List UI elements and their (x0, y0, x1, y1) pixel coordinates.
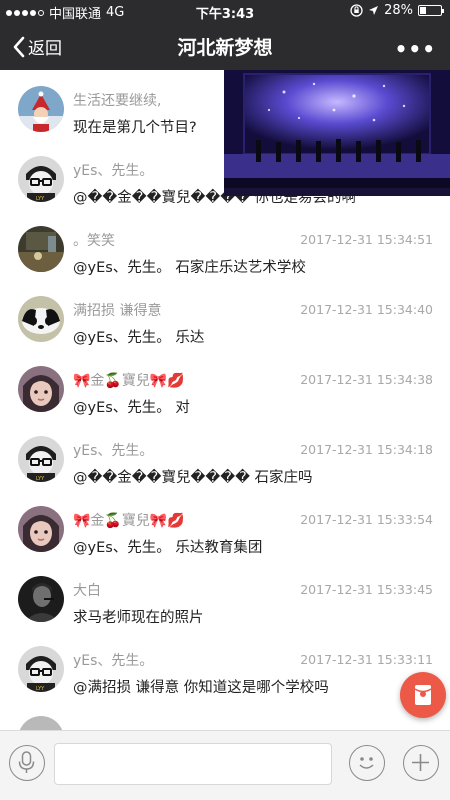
red-envelope-icon (414, 685, 432, 705)
list-item: 🎀金🍒寶兒🎀💋 2017-12-31 15:34:38 @yEs、先生。 对 (0, 350, 450, 420)
voice-input-button[interactable] (9, 745, 45, 781)
list-item: LYY yEs、先生。 2017-12-31 15:33:11 @满招损 谦得意… (0, 630, 450, 700)
list-item: 大白 2017-12-31 15:33:45 求马老师现在的照片 (0, 560, 450, 630)
message-text: @yEs、先生。 石家庄乐达艺术学校 (73, 260, 306, 276)
avatar[interactable] (18, 576, 64, 622)
list-item: 。笑笑 2017-12-31 15:34:51 @yEs、先生。 石家庄乐达艺术… (0, 210, 450, 280)
message-text: 现在是第几个节目? (73, 120, 197, 136)
location-arrow-icon (369, 6, 379, 15)
girl-avatar-icon (18, 506, 64, 552)
message-time: 2017-12-31 15:33:11 (300, 652, 433, 667)
message-text: 求马老师现在的照片 (73, 610, 204, 626)
cartoon-glasses-avatar-icon: LYY (18, 436, 64, 482)
message-time: 2017-12-31 15:34:38 (300, 372, 433, 387)
page-title: 河北新梦想 (177, 37, 273, 59)
message-time: 2017-12-31 15:34:51 (300, 232, 433, 247)
bw-portrait-avatar-icon (18, 576, 64, 622)
santa-avatar-icon (18, 86, 64, 132)
panda-avatar-icon (18, 296, 64, 342)
avatar[interactable]: LYY (18, 436, 64, 482)
message-time: 2017-12-31 15:34:18 (300, 442, 433, 457)
back-label: 返回 (28, 39, 62, 59)
emoji-button[interactable] (349, 745, 385, 781)
user-name: yEs、先生。 (73, 443, 154, 459)
avatar[interactable] (18, 296, 64, 342)
avatar[interactable] (18, 366, 64, 412)
back-button[interactable]: 返回 (12, 34, 62, 59)
message-text: @yEs、先生。 乐达 (73, 330, 205, 346)
cartoon-glasses-avatar-icon: LYY (18, 156, 64, 202)
plus-icon (412, 754, 429, 771)
avatar[interactable] (18, 506, 64, 552)
more-button[interactable]: ••• (395, 37, 436, 61)
avatar[interactable] (18, 226, 64, 272)
comment-feed[interactable]: 生活还要继续, 现在是第几个节目? LYY yEs、先生。 @��金��寶兒��… (0, 70, 450, 730)
svg-text:LYY: LYY (36, 686, 45, 692)
avatar[interactable] (18, 716, 64, 730)
user-name: yEs、先生。 (73, 163, 154, 179)
user-name: yEs、先生。 (73, 653, 154, 669)
user-name: 。笑笑 (73, 233, 115, 249)
floating-video-player[interactable] (224, 70, 450, 196)
microphone-icon (18, 751, 35, 773)
user-name: 🎀金🍒寶兒🎀💋 (73, 373, 185, 389)
comment-input[interactable] (54, 743, 332, 785)
status-right: 28% (350, 3, 444, 18)
girl-avatar-icon (18, 366, 64, 412)
message-time: 2017-12-31 15:34:40 (300, 302, 433, 317)
list-item: 满招损 谦得意 2017-12-31 15:34:40 @yEs、先生。 乐达 (0, 280, 450, 350)
avatar[interactable]: LYY (18, 646, 64, 692)
message-text: @yEs、先生。 对 (73, 400, 190, 416)
message-time: 2017-12-31 15:33:45 (300, 582, 433, 597)
cartoon-glasses-avatar-icon: LYY (18, 646, 64, 692)
svg-text:LYY: LYY (36, 196, 45, 202)
status-bar: 中国联通 4G 下午3:43 28% (0, 0, 450, 22)
smiley-icon (359, 757, 374, 769)
message-text: @��金��寶兒���� 石家庄吗 (73, 470, 313, 486)
dark-photo-avatar-icon (18, 226, 64, 272)
list-item-partial (0, 700, 450, 730)
message-time: 2017-12-31 15:33:54 (300, 512, 433, 527)
avatar[interactable]: LYY (18, 156, 64, 202)
message-text: @满招损 谦得意 你知道这是哪个学校吗 (73, 680, 329, 696)
user-name: 满招损 谦得意 (73, 303, 162, 319)
nav-bar: 返回 河北新梦想 ••• (0, 22, 450, 70)
user-name: 🎀金🍒寶兒🎀💋 (73, 513, 185, 529)
rotation-lock-icon (350, 4, 363, 17)
list-item: 🎀金🍒寶兒🎀💋 2017-12-31 15:33:54 @yEs、先生。 乐达教… (0, 490, 450, 560)
avatar[interactable] (18, 86, 64, 132)
battery-percent: 28% (384, 3, 413, 18)
user-name: 大白 (73, 583, 101, 599)
list-item: LYY yEs、先生。 2017-12-31 15:34:18 @��金��寶兒… (0, 420, 450, 490)
input-toolbar (0, 730, 450, 800)
user-name: 生活还要继续, (73, 93, 162, 109)
battery-icon (418, 5, 444, 16)
chevron-left-icon (13, 36, 25, 57)
stage-performance-video-icon (224, 70, 450, 196)
battery-fill (420, 7, 426, 14)
message-text: @yEs、先生。 乐达教育集团 (73, 540, 263, 556)
more-actions-button[interactable] (403, 745, 439, 781)
svg-text:LYY: LYY (36, 476, 45, 482)
red-packet-button[interactable] (400, 672, 446, 718)
